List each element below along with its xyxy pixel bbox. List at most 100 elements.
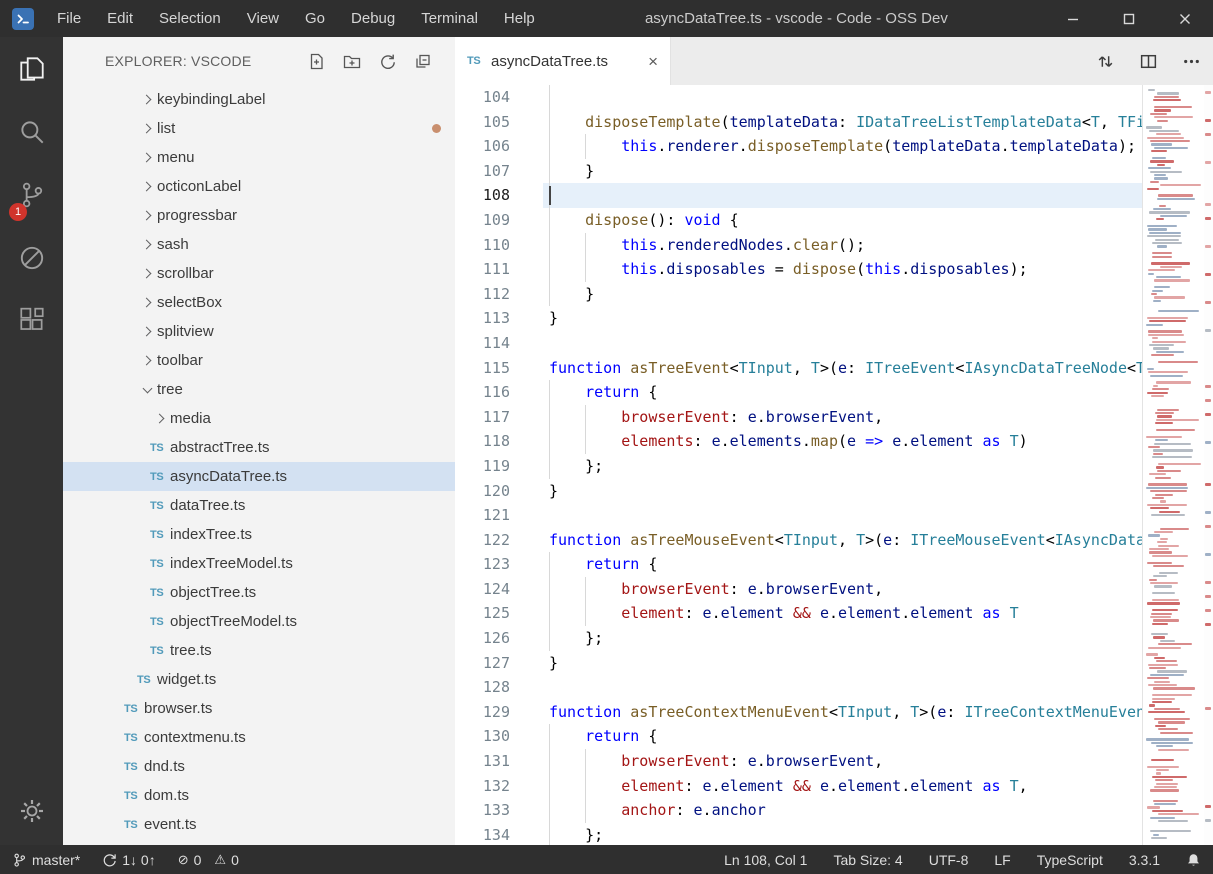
line-number[interactable]: 112 xyxy=(455,282,543,307)
line-number[interactable]: 117 xyxy=(455,405,543,430)
code-line-121[interactable] xyxy=(543,503,1142,528)
problems-status[interactable]: ⊘ 0 ⚠ 0 xyxy=(178,852,239,868)
tree-file-widget.ts[interactable]: TSwidget.ts xyxy=(63,665,455,694)
tree-file-objectTreeModel.ts[interactable]: TSobjectTreeModel.ts xyxy=(63,607,455,636)
code-line-129[interactable]: function asTreeContextMenuEvent<TInput, … xyxy=(543,700,1142,725)
menu-item-view[interactable]: View xyxy=(234,0,292,37)
tree-folder-scrollbar[interactable]: scrollbar xyxy=(63,259,455,288)
line-number[interactable]: 133 xyxy=(455,798,543,823)
code-line-104[interactable] xyxy=(543,85,1142,110)
menu-item-selection[interactable]: Selection xyxy=(146,0,234,37)
code-line-109[interactable]: dispose(): void { xyxy=(543,208,1142,233)
activity-explorer[interactable] xyxy=(0,37,63,100)
code-line-133[interactable]: anchor: e.anchor xyxy=(543,798,1142,823)
code-line-124[interactable]: browserEvent: e.browserEvent, xyxy=(543,577,1142,602)
line-number[interactable]: 119 xyxy=(455,454,543,479)
code-line-122[interactable]: function asTreeMouseEvent<TInput, T>(e: … xyxy=(543,528,1142,553)
git-branch-status[interactable]: master* xyxy=(12,852,80,868)
menu-item-go[interactable]: Go xyxy=(292,0,338,37)
tree-folder-media[interactable]: media xyxy=(63,404,455,433)
language-indicator[interactable]: TypeScript xyxy=(1037,852,1103,868)
tree-folder-selectBox[interactable]: selectBox xyxy=(63,288,455,317)
tree-file-objectTree.ts[interactable]: TSobjectTree.ts xyxy=(63,578,455,607)
code-line-119[interactable]: }; xyxy=(543,454,1142,479)
line-number[interactable]: 107 xyxy=(455,159,543,184)
menu-item-edit[interactable]: Edit xyxy=(94,0,146,37)
new-file-icon[interactable] xyxy=(308,53,325,70)
menu-item-terminal[interactable]: Terminal xyxy=(408,0,491,37)
code-lines[interactable]: disposeTemplate(templateData: IDataTreeL… xyxy=(543,85,1142,845)
tab-size-indicator[interactable]: Tab Size: 4 xyxy=(833,852,902,868)
line-number[interactable]: 134 xyxy=(455,823,543,845)
line-number[interactable]: 132 xyxy=(455,774,543,799)
line-number[interactable]: 105 xyxy=(455,110,543,135)
tree-file-asyncDataTree.ts[interactable]: TSasyncDataTree.ts xyxy=(63,462,455,491)
line-number[interactable]: 125 xyxy=(455,601,543,626)
split-editor-icon[interactable] xyxy=(1139,52,1158,71)
code-line-128[interactable] xyxy=(543,675,1142,700)
encoding-indicator[interactable]: UTF-8 xyxy=(929,852,969,868)
line-number[interactable]: 110 xyxy=(455,233,543,258)
eol-indicator[interactable]: LF xyxy=(994,852,1010,868)
new-folder-icon[interactable] xyxy=(343,53,361,70)
line-number[interactable]: 114 xyxy=(455,331,543,356)
code-line-111[interactable]: this.disposables = dispose(this.disposab… xyxy=(543,257,1142,282)
code-line-112[interactable]: } xyxy=(543,282,1142,307)
tree-file-contextmenu.ts[interactable]: TScontextmenu.ts xyxy=(63,723,455,752)
tree-file-abstractTree.ts[interactable]: TSabstractTree.ts xyxy=(63,433,455,462)
line-number[interactable]: 124 xyxy=(455,577,543,602)
activity-settings[interactable] xyxy=(0,785,63,837)
tree-file-browser.ts[interactable]: TSbrowser.ts xyxy=(63,694,455,723)
code-line-134[interactable]: }; xyxy=(543,823,1142,845)
tree-file-dataTree.ts[interactable]: TSdataTree.ts xyxy=(63,491,455,520)
menu-item-help[interactable]: Help xyxy=(491,0,548,37)
tree-folder-menu[interactable]: menu xyxy=(63,143,455,172)
line-number[interactable]: 106 xyxy=(455,134,543,159)
code-line-132[interactable]: element: e.element && e.element.element … xyxy=(543,774,1142,799)
line-number[interactable]: 111 xyxy=(455,257,543,282)
line-number[interactable]: 127 xyxy=(455,651,543,676)
tree-folder-sash[interactable]: sash xyxy=(63,230,455,259)
code-line-123[interactable]: return { xyxy=(543,552,1142,577)
open-changes-icon[interactable] xyxy=(1096,52,1115,71)
line-number[interactable]: 121 xyxy=(455,503,543,528)
code-line-125[interactable]: element: e.element && e.element.element … xyxy=(543,601,1142,626)
code-line-114[interactable] xyxy=(543,331,1142,356)
tree-folder-tree[interactable]: tree xyxy=(63,375,455,404)
activity-debug[interactable] xyxy=(0,226,63,289)
line-number[interactable]: 120 xyxy=(455,479,543,504)
code-line-115[interactable]: function asTreeEvent<TInput, T>(e: ITree… xyxy=(543,356,1142,381)
minimize-button[interactable] xyxy=(1045,0,1101,37)
code-line-130[interactable]: return { xyxy=(543,724,1142,749)
code-line-118[interactable]: elements: e.elements.map(e => e.element … xyxy=(543,429,1142,454)
menu-item-file[interactable]: File xyxy=(44,0,94,37)
code-line-108[interactable] xyxy=(543,183,1142,208)
line-number[interactable]: 128 xyxy=(455,675,543,700)
tree-file-event.ts[interactable]: TSevent.ts xyxy=(63,810,455,839)
notifications-bell[interactable] xyxy=(1186,852,1201,868)
tree-folder-octiconLabel[interactable]: octiconLabel xyxy=(63,172,455,201)
code-line-120[interactable]: } xyxy=(543,479,1142,504)
line-number[interactable]: 109 xyxy=(455,208,543,233)
refresh-icon[interactable] xyxy=(379,53,396,70)
activity-source-control[interactable]: 1 xyxy=(0,163,63,226)
code-line-127[interactable]: } xyxy=(543,651,1142,676)
line-number[interactable]: 115 xyxy=(455,356,543,381)
tree-file-dom.ts[interactable]: TSdom.ts xyxy=(63,781,455,810)
tree-file-tree.ts[interactable]: TStree.ts xyxy=(63,636,455,665)
line-number[interactable]: 108 xyxy=(455,183,543,208)
activity-extensions[interactable] xyxy=(0,289,63,352)
code-line-106[interactable]: this.renderer.disposeTemplate(templateDa… xyxy=(543,134,1142,159)
code-line-110[interactable]: this.renderedNodes.clear(); xyxy=(543,233,1142,258)
close-icon[interactable]: × xyxy=(648,53,658,70)
tree-file-indexTree.ts[interactable]: TSindexTree.ts xyxy=(63,520,455,549)
tree-folder-progressbar[interactable]: progressbar xyxy=(63,201,455,230)
tree-file-indexTreeModel.ts[interactable]: TSindexTreeModel.ts xyxy=(63,549,455,578)
code-line-126[interactable]: }; xyxy=(543,626,1142,651)
tree-folder-keybindingLabel[interactable]: keybindingLabel xyxy=(63,85,455,114)
line-number[interactable]: 126 xyxy=(455,626,543,651)
collapse-all-icon[interactable] xyxy=(414,53,431,70)
cursor-position[interactable]: Ln 108, Col 1 xyxy=(724,852,807,868)
more-actions-icon[interactable] xyxy=(1182,52,1201,71)
tree-folder-toolbar[interactable]: toolbar xyxy=(63,346,455,375)
